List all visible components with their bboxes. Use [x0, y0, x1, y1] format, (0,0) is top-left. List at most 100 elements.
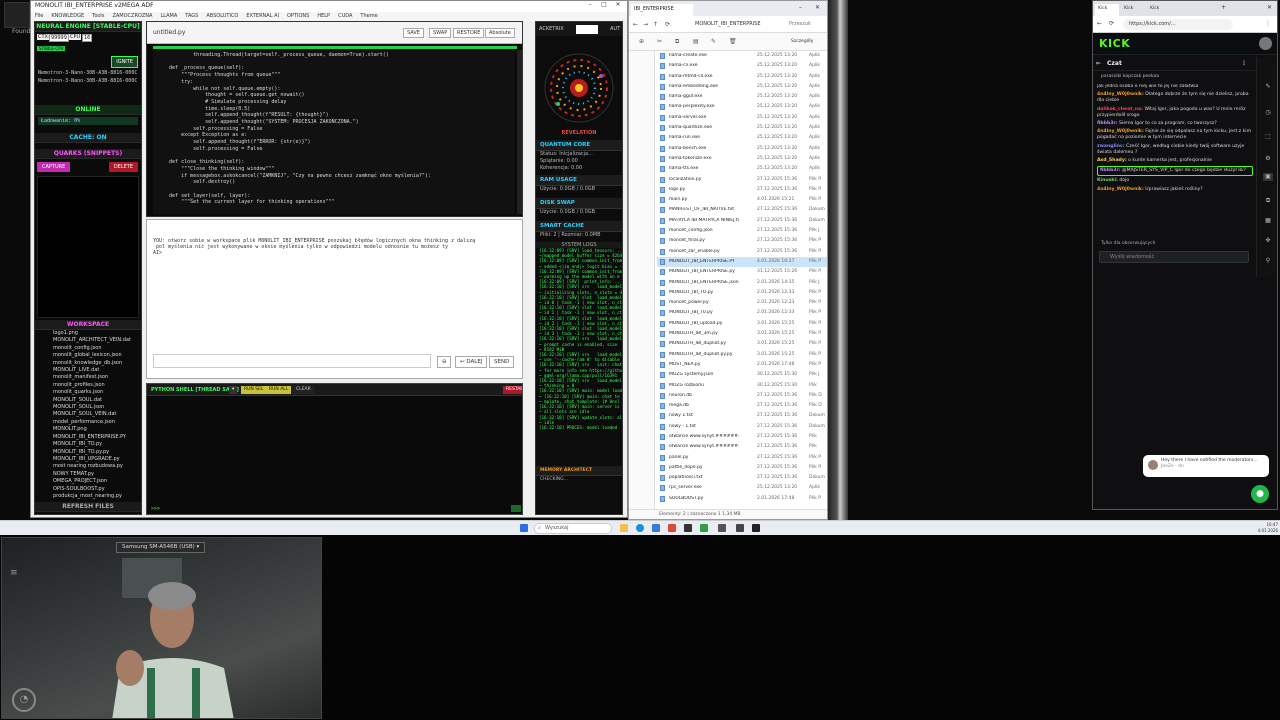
menu-item-5[interactable]: TAGS	[185, 13, 198, 19]
explorer-file-row[interactable]: MONOLITH_IBI_dupliot.py.py 3.01.2026 15:2…	[657, 350, 827, 360]
explorer-file-row[interactable]: monolit_final.py 27.12.2025 15:36 Plik P	[657, 236, 827, 246]
browser-tab-2[interactable]: Kick	[1121, 4, 1145, 16]
explorer-file-row[interactable]: MONOLITH_IBI_dupliot.py 3.01.2026 15:25 Pl…	[657, 339, 827, 349]
refresh-files-button[interactable]: REFRESH FILES	[35, 502, 141, 512]
explorer-file-row[interactable]: nowy 1.txt 27.12.2025 15:36 Dokum	[657, 411, 827, 421]
collapse-chat-icon[interactable]: ⇤	[1096, 60, 1101, 67]
explorer-file-row[interactable]: monolit_config.json 27.12.2025 15:36 Plik …	[657, 226, 827, 236]
taskbar-search[interactable]: ⌕ Wyszukaj	[534, 523, 612, 534]
refresh-icon[interactable]: ⟳	[665, 21, 670, 28]
explorer-file-row[interactable]: otwarcie www.synyt.########### 27.12.2025…	[657, 432, 827, 442]
mail-taskbar-icon[interactable]	[668, 524, 676, 532]
sidebar-icon-7[interactable]: ▦	[1263, 217, 1273, 225]
explorer-file-row[interactable]: mega.db 27.12.2025 15:36 Plik D	[657, 401, 827, 411]
workspace-file-item[interactable]: MONOLIT_IBI_UPGRADE.py	[35, 456, 141, 463]
explorer-file-row[interactable]: Ilama-tts.exe 25.12.2025 13:20 Aplik	[657, 164, 827, 174]
chat-username[interactable]: Kinuski:	[1097, 178, 1118, 183]
explorer-file-row[interactable]: monolit_zar_enable.py 27.12.2025 15:36 Pli…	[657, 247, 827, 257]
paste-icon[interactable]: ▤	[693, 38, 699, 45]
copy-icon[interactable]: ⧉	[675, 38, 679, 46]
workspace-file-item[interactable]: OMEGA_PROJECT.json	[35, 478, 141, 485]
workspace-file-item[interactable]: monolit_profiles.json	[35, 382, 141, 389]
aut-tab[interactable]: AUT	[610, 26, 620, 32]
explorer-file-row[interactable]: Ilama-cli.exe 25.12.2025 13:20 Aplik	[657, 61, 827, 71]
chat-pinned-users[interactable]: parasolki kapczak peekaa	[1093, 72, 1255, 83]
explorer-file-row[interactable]: poplatnosci.txt 27.12.2025 15:36 Dokum	[657, 473, 827, 483]
explorer-file-row[interactable]: Ilama-gguf.exe 25.12.2025 13:20 Aplik	[657, 92, 827, 102]
shell-prompt[interactable]: >>>	[151, 506, 160, 512]
chat-username[interactable]: Asd_Shady:	[1097, 158, 1127, 163]
explorer-file-row[interactable]: neuron.db 27.12.2025 15:36 Plik D	[657, 391, 827, 401]
explorer-search[interactable]: Przeszuk	[789, 21, 811, 27]
ctx-input[interactable]: 99999	[49, 34, 69, 42]
explorer-file-row[interactable]: nowy - 1.txt 27.12.2025 15:36 Dokum	[657, 422, 827, 432]
code-area[interactable]: threading.Thread(target=self._process_qu…	[153, 50, 515, 214]
explorer-path[interactable]: MONOLIT_IBI_ENTERPRISE	[695, 21, 761, 27]
explorer-file-row[interactable]: localization.py 27.12.2025 15:36 Plik P	[657, 175, 827, 185]
explorer-minimize-icon[interactable]: –	[799, 4, 802, 11]
thinking-input[interactable]	[153, 354, 431, 368]
app-taskbar-icon-6[interactable]	[700, 524, 708, 532]
app-taskbar-icon-5[interactable]	[684, 524, 692, 532]
explorer-file-row[interactable]: MANIFEST_OF_IBI_NATIVE.txt 27.12.2025 15:…	[657, 205, 827, 215]
sidebar-icon-4[interactable]: ⚙	[1263, 155, 1273, 163]
chat-support-button[interactable]: ●	[1251, 485, 1269, 503]
start-icon[interactable]	[520, 524, 528, 532]
up-icon[interactable]: ↑	[653, 21, 658, 28]
taskbar-clock[interactable]: 16:47 4.01.2026	[1256, 522, 1278, 533]
workspace-file-item[interactable]: MONOLIT_SOUL_VEIN.dat	[35, 411, 141, 418]
menu-item-1[interactable]: KNOWLEDGE	[51, 13, 84, 19]
rename-icon[interactable]: ✎	[711, 38, 716, 45]
menu-item-4[interactable]: LLAMA	[160, 13, 177, 19]
new-icon[interactable]: ⊕	[639, 38, 644, 45]
browser-tab-3[interactable]: Kick	[1147, 4, 1171, 16]
explorer-tab[interactable]: IBI_ENTERPRISE	[631, 4, 693, 16]
menu-item-7[interactable]: EXTERNAL AI	[246, 13, 279, 19]
explorer-file-row[interactable]: panel.py 27.12.2025 15:36 Plik P	[657, 453, 827, 463]
app-taskbar-icon-8[interactable]	[736, 524, 744, 532]
swap-button[interactable]: SWAP	[429, 28, 452, 38]
run-all-button[interactable]: RUN ALL	[266, 386, 292, 394]
browser-reload-icon[interactable]: ⟳	[1109, 20, 1114, 27]
explorer-file-row[interactable]: MONOLIT_IBI_ENTERPRISE.py 31.12.2025 15:2…	[657, 267, 827, 277]
right-tab-input[interactable]	[576, 25, 598, 34]
chat-username[interactable]: fibbb3r:	[1100, 168, 1121, 173]
workspace-file-item[interactable]: MONOLIT_IBI_TO.py.py	[35, 449, 141, 456]
chat-username[interactable]: 4n4lny_W0j0wnik:	[1097, 129, 1144, 134]
explorer-file-row[interactable]: Ilama-mtmd-cli.exe 25.12.2025 13:20 Aplik	[657, 72, 827, 82]
save-button[interactable]: SAVE	[403, 28, 424, 38]
workspace-file-item[interactable]: monolit_global_lexicon.json	[35, 352, 141, 359]
menu-item-8[interactable]: OPTIONS	[287, 13, 309, 19]
delete-icon[interactable]: 🗑	[729, 38, 737, 45]
workspace-file-item[interactable]: MONOLIT.png	[35, 426, 141, 433]
sidebar-chat-icon[interactable]: ▣	[1263, 173, 1273, 181]
close-icon[interactable]: ✕	[611, 1, 625, 8]
menu-item-11[interactable]: Theme	[360, 13, 377, 19]
explorer-file-row[interactable]: Ilama-quantize.exe 25.12.2025 13:20 Aplik	[657, 123, 827, 133]
send-button[interactable]: SEND	[489, 356, 515, 368]
explorer-file-row[interactable]: Ilama-run.exe 25.12.2025 13:20 Aplik	[657, 133, 827, 143]
editor-scrollbar[interactable]	[517, 50, 522, 214]
continue-button[interactable]: ↩ DALEJ	[455, 356, 488, 368]
desktop-app-icon[interactable]	[4, 2, 30, 28]
workspace-file-item[interactable]: logo1.png	[35, 330, 141, 337]
explorer-file-row[interactable]: logs.py 27.12.2025 15:36 Plik P	[657, 185, 827, 195]
quarks-list[interactable]	[37, 176, 139, 318]
workspace-file-item[interactable]: produkcja_most_nearing.py	[35, 493, 141, 500]
workspace-file-item[interactable]: monolit_config.json	[35, 345, 141, 352]
explorer-file-row[interactable]: Ilama-tokenize.exe 25.12.2025 13:20 Aplik	[657, 154, 827, 164]
explorer-file-row[interactable]: main.py 4.01.2026 15:21 Plik P	[657, 195, 827, 205]
avatar[interactable]	[1259, 37, 1272, 50]
sidebar-icon-1[interactable]: ✎	[1263, 83, 1273, 91]
explorer-file-row[interactable]: pattle_dope.py 27.12.2025 15:36 Plik P	[657, 463, 827, 473]
workspace-file-item[interactable]: monolit_manifest.json	[35, 374, 141, 381]
chat-username[interactable]: zwanglinc:	[1097, 144, 1125, 149]
back-icon[interactable]: ←	[633, 21, 638, 28]
shell-menu-button[interactable]: ▾	[229, 386, 238, 394]
absolute-button[interactable]: Absolute	[485, 28, 515, 38]
model-select-1[interactable]: Nemotron-3-Nano-30B-A3B-8816-000C	[35, 69, 141, 77]
workspace-file-item[interactable]: most nearing rozbudowa.py	[35, 463, 141, 470]
workspace-file-item[interactable]: NOWY TEMAT.py	[35, 471, 141, 478]
workspace-file-item[interactable]: MONOLIT_LIVE.dat	[35, 367, 141, 374]
explorer-file-row[interactable]: MONOLIT_IBI_ENTERPRISE.PY 4.01.2026 16:27…	[657, 256, 827, 268]
